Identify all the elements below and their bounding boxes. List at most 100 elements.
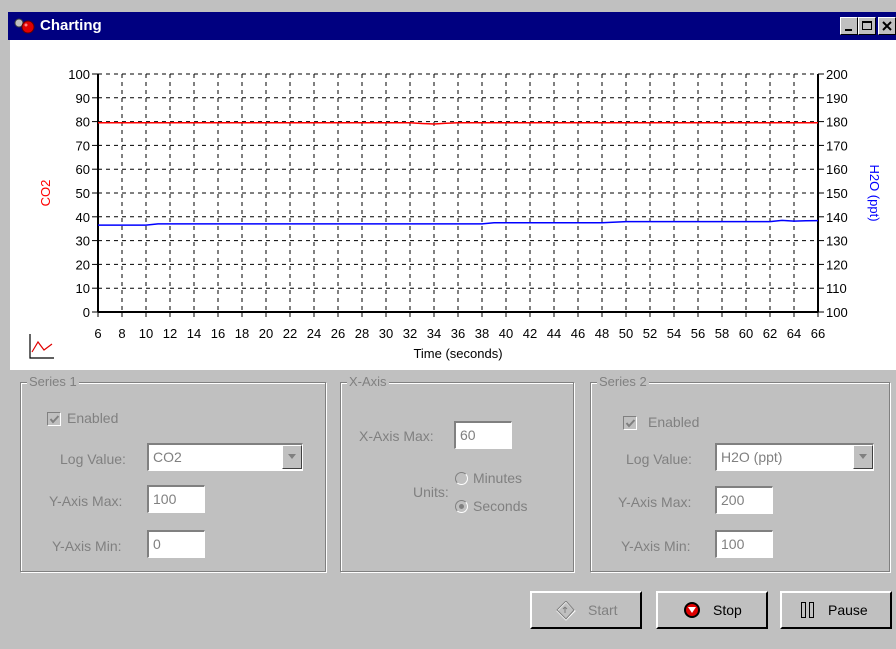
y2-tick-label: 140 — [826, 210, 848, 225]
stop-button[interactable]: Stop — [656, 591, 768, 629]
y2-tick-label: 110 — [826, 281, 847, 296]
series1-legend: Series 1 — [27, 374, 79, 389]
x-tick-label: 46 — [571, 326, 585, 341]
x-tick-label: 30 — [379, 326, 393, 341]
units-seconds-label: Seconds — [473, 498, 528, 514]
series2-ymax-label: Y-Axis Max: — [618, 494, 692, 510]
x-tick-label: 8 — [118, 326, 125, 341]
stop-label: Stop — [713, 602, 742, 618]
start-label: Start — [588, 602, 618, 618]
start-diamond-icon — [556, 601, 576, 621]
y2-tick-label: 130 — [826, 234, 848, 249]
series2-enabled-checkbox[interactable] — [623, 416, 637, 430]
line-chart: 0 10 20 30 40 50 60 70 80 90 100 100 110 120 130 140 150… — [29, 67, 882, 361]
chevron-down-icon — [288, 454, 296, 459]
y1-tick-label: 90 — [76, 91, 90, 106]
x-tick-label: 44 — [547, 326, 561, 341]
x-tick-label: 54 — [667, 326, 681, 341]
y1-tick-label: 10 — [76, 281, 90, 296]
xaxis-max-label: X-Axis Max: — [359, 428, 434, 444]
x-tick-label: 66 — [811, 326, 825, 341]
xaxis-legend: X-Axis — [347, 374, 389, 389]
x-tick-label: 24 — [307, 326, 321, 341]
pause-button[interactable]: Pause — [780, 591, 892, 629]
radio-selected-dot — [459, 504, 464, 509]
series2-ymax-input[interactable]: 200 — [715, 486, 773, 514]
x-tick-label: 18 — [235, 326, 249, 341]
x-tick-label: 34 — [427, 326, 441, 341]
series2-log-value: H2O (ppt) — [721, 449, 783, 465]
y2-tick-label: 160 — [826, 162, 848, 177]
series2-legend: Series 2 — [597, 374, 649, 389]
y2-tick-label: 180 — [826, 115, 848, 130]
pause-label: Pause — [828, 602, 868, 618]
y2-axis-title: H2O (ppt) — [867, 164, 882, 221]
series1-dropdown-button[interactable] — [282, 445, 302, 469]
series2-dropdown-button[interactable] — [853, 445, 873, 469]
x-tick-label: 62 — [763, 326, 777, 341]
close-button[interactable] — [878, 17, 896, 35]
x-tick-label: 6 — [94, 326, 101, 341]
series1-ymin-input[interactable]: 0 — [147, 530, 205, 558]
y2-tick-label: 150 — [826, 186, 848, 201]
y1-tick-label: 60 — [76, 162, 90, 177]
x-tick-label: 16 — [211, 326, 225, 341]
y1-tick-label: 30 — [76, 234, 90, 249]
series2-ymin-label: Y-Axis Min: — [621, 538, 691, 554]
series1-log-value: CO2 — [153, 449, 182, 465]
x-tick-label: 60 — [739, 326, 753, 341]
y2-tick-label: 100 — [826, 305, 848, 320]
chart-type-icon-stroke — [31, 340, 53, 353]
series1-enabled-checkbox[interactable] — [47, 412, 61, 426]
y2-tick-label: 200 — [826, 67, 848, 82]
series2-log-value-select[interactable]: H2O (ppt) — [715, 443, 874, 471]
chart-type-icon-stroke — [29, 334, 54, 359]
start-button[interactable]: Start — [530, 591, 642, 629]
x-tick-label: 10 — [139, 326, 153, 341]
series2-enabled-label: Enabled — [648, 414, 700, 430]
units-label: Units: — [413, 484, 449, 500]
minimize-button[interactable] — [840, 17, 858, 35]
y1-tick-label: 20 — [76, 257, 90, 272]
y1-axis-title: CO2 — [38, 180, 53, 207]
x-tick-label: 22 — [283, 326, 297, 341]
y2-tick-label: 170 — [826, 138, 848, 153]
y2-tick-label: 120 — [826, 257, 848, 272]
series1-ymax-label: Y-Axis Max: — [49, 493, 123, 509]
series1-ymax-input[interactable]: 100 — [147, 485, 205, 513]
x-tick-label: 36 — [451, 326, 465, 341]
x-tick-label: 28 — [355, 326, 369, 341]
units-minutes-label: Minutes — [473, 470, 523, 486]
x-tick-label: 50 — [619, 326, 633, 341]
y1-tick-label: 40 — [76, 210, 90, 225]
series1-enabled-label: Enabled — [67, 410, 119, 426]
series1-ymin-label: Y-Axis Min: — [52, 538, 122, 554]
series2-ymin-input[interactable]: 100 — [715, 530, 773, 558]
chart-area: 0 10 20 30 40 50 60 70 80 90 100 100 110 120 130 140 150… — [10, 40, 896, 370]
x-tick-label: 38 — [475, 326, 489, 341]
maximize-button[interactable] — [858, 17, 876, 35]
y1-tick-label: 50 — [76, 186, 90, 201]
x-tick-label: 14 — [187, 326, 201, 341]
title-bar[interactable]: Charting — [8, 12, 896, 40]
units-minutes-radio[interactable] — [455, 472, 468, 485]
y1-tick-label: 100 — [68, 67, 90, 82]
maximize-icon — [862, 21, 872, 30]
y1-tick-label: 80 — [76, 115, 90, 130]
chevron-down-icon — [859, 454, 867, 459]
window-title: Charting — [40, 17, 102, 34]
x-axis-title: Time (seconds) — [413, 346, 502, 361]
series1-log-value-label: Log Value: — [60, 451, 126, 467]
x-tick-label: 56 — [691, 326, 705, 341]
xaxis-max-input[interactable]: 60 — [454, 421, 512, 449]
x-tick-label: 12 — [163, 326, 177, 341]
units-seconds-radio[interactable] — [455, 500, 468, 513]
x-tick-label: 40 — [499, 326, 513, 341]
series1-log-value-select[interactable]: CO2 — [147, 443, 303, 471]
charting-window: Charting 0 10 20 30 40 50 60 70 80 90 100 100 110 120… — [0, 0, 896, 649]
series2-log-value-label: Log Value: — [626, 451, 692, 467]
x-tick-label: 42 — [523, 326, 537, 341]
x-tick-label: 58 — [715, 326, 729, 341]
chart-type-icon[interactable] — [29, 334, 54, 359]
x-tick-label: 32 — [403, 326, 417, 341]
